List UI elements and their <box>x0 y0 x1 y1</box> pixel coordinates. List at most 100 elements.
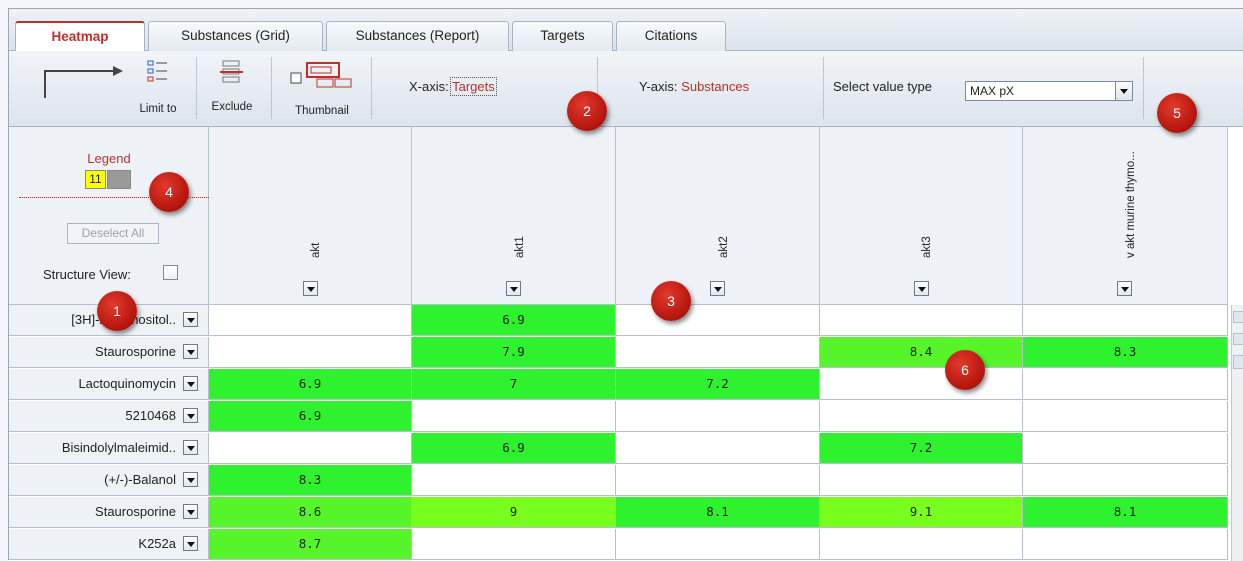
scroll-top-icon[interactable] <box>1233 311 1243 323</box>
y-axis-label: Y-axis: <box>639 79 678 94</box>
legend-count-swatch[interactable]: 11 <box>85 170 106 189</box>
column-header-v-akt-murine-thymoma[interactable]: v akt murine thymo... <box>1023 127 1228 305</box>
heatmap-cell[interactable]: 8.1 <box>616 497 820 528</box>
heatmap-cell[interactable] <box>820 465 1023 496</box>
heatmap-cell[interactable] <box>1023 465 1228 496</box>
heatmap-cell[interactable]: 6.9 <box>209 369 412 400</box>
heatmap-cell[interactable] <box>820 369 1023 400</box>
heatmap-cell[interactable]: 6.9 <box>209 401 412 432</box>
column-label: akt <box>310 242 322 258</box>
heatmap-cell[interactable]: 6.9 <box>412 433 616 464</box>
heatmap-cell[interactable] <box>412 401 616 432</box>
tab-substances-report[interactable]: Substances (Report) <box>326 21 509 51</box>
heatmap-cell[interactable]: 7.2 <box>616 369 820 400</box>
column-header-akt2[interactable]: akt2 <box>616 127 820 305</box>
tab-substances-grid[interactable]: Substances (Grid) <box>148 21 323 51</box>
heatmap-cell[interactable]: 8.7 <box>209 529 412 560</box>
row-label: Lactoquinomycin <box>78 376 176 391</box>
heatmap-cell[interactable] <box>1023 433 1228 464</box>
structure-view-checkbox[interactable] <box>163 265 178 280</box>
heatmap-cell[interactable]: 8.6 <box>209 497 412 528</box>
heatmap-cell[interactable] <box>820 401 1023 432</box>
heatmap-cell[interactable] <box>820 529 1023 560</box>
vertical-scrollbar[interactable] <box>1231 305 1243 561</box>
heatmap-cell[interactable] <box>209 305 412 336</box>
row-label: 5210468 <box>125 408 176 423</box>
y-axis-value-link[interactable]: Substances <box>681 79 749 94</box>
heatmap-cell[interactable] <box>616 305 820 336</box>
heatmap-cell[interactable] <box>209 433 412 464</box>
row-filter-dropdown-icon[interactable] <box>183 344 198 359</box>
heatmap-cell[interactable] <box>412 465 616 496</box>
row-label: Staurosporine <box>95 344 176 359</box>
x-axis-setting: X-axis: Targets <box>409 77 497 96</box>
row-header[interactable]: Lactoquinomycin <box>9 369 209 400</box>
row-filter-dropdown-icon[interactable] <box>183 472 198 487</box>
thumbnail-icon <box>290 62 352 88</box>
row-label: Bisindolylmaleimid.. <box>61 440 176 455</box>
heatmap-cell[interactable]: 9 <box>412 497 616 528</box>
heatmap-cell[interactable] <box>1023 401 1228 432</box>
row-header[interactable]: Bisindolylmaleimid.. <box>9 433 209 464</box>
thumbnail-toggle[interactable]: Thumbnail <box>279 55 365 121</box>
row-header[interactable]: Staurosporine <box>9 337 209 368</box>
row-header[interactable]: (+/-)-Balanol <box>9 465 209 496</box>
heatmap-cell[interactable]: 7.9 <box>412 337 616 368</box>
heatmap-cell[interactable]: 8.3 <box>209 465 412 496</box>
row-filter-dropdown-icon[interactable] <box>183 408 198 423</box>
column-filter-dropdown-icon[interactable] <box>506 281 521 296</box>
legend-grey-swatch[interactable] <box>107 170 131 189</box>
annotation-marker-5: 5 <box>1157 93 1197 133</box>
value-type-select[interactable]: MAX pX <box>965 81 1133 101</box>
tab-heatmap[interactable]: Heatmap <box>15 21 145 52</box>
chevron-down-icon[interactable] <box>1115 82 1132 100</box>
column-filter-dropdown-icon[interactable] <box>914 281 929 296</box>
column-header-akt1[interactable]: akt1 <box>412 127 616 305</box>
structure-view-label: Structure View: <box>43 267 131 282</box>
heatmap-cell[interactable] <box>616 337 820 368</box>
row-filter-dropdown-icon[interactable] <box>183 376 198 391</box>
column-header-akt3[interactable]: akt3 <box>820 127 1023 305</box>
deselect-all-button[interactable]: Deselect All <box>67 223 159 244</box>
annotation-marker-1: 1 <box>97 291 137 331</box>
heatmap-cell[interactable]: 8.3 <box>1023 337 1228 368</box>
row-filter-dropdown-icon[interactable] <box>183 440 198 455</box>
row-filter-dropdown-icon[interactable] <box>183 504 198 519</box>
heatmap-cell[interactable] <box>616 465 820 496</box>
row-header[interactable]: 5210468 <box>9 401 209 432</box>
heatmap-cell[interactable]: 9.1 <box>820 497 1023 528</box>
heatmap-cell[interactable]: 7.2 <box>820 433 1023 464</box>
heatmap-cell[interactable]: 6.9 <box>412 305 616 336</box>
heatmap-cell[interactable]: 8.4 <box>820 337 1023 368</box>
heatmap-cell[interactable]: 8.1 <box>1023 497 1228 528</box>
heatmap-cell[interactable] <box>412 529 616 560</box>
heatmap-cell[interactable] <box>616 433 820 464</box>
exclude-button[interactable]: Exclude <box>201 55 263 121</box>
column-header-akt[interactable]: akt <box>209 127 412 305</box>
column-filter-dropdown-icon[interactable] <box>303 281 318 296</box>
heatmap-cell[interactable] <box>616 401 820 432</box>
row-filter-dropdown-icon[interactable] <box>183 536 198 551</box>
heatmap-grid: Legend 11 Deselect All Structure View: a… <box>9 127 1243 561</box>
heatmap-cell[interactable] <box>1023 305 1228 336</box>
limit-to-button[interactable]: Limit to <box>127 55 189 121</box>
x-axis-value-link[interactable]: Targets <box>450 77 497 96</box>
row-header[interactable]: Staurosporine <box>9 497 209 528</box>
row-filter-dropdown-icon[interactable] <box>183 312 198 327</box>
tab-targets[interactable]: Targets <box>512 21 613 51</box>
heatmap-cell[interactable] <box>209 337 412 368</box>
heatmap-cell[interactable] <box>820 305 1023 336</box>
tab-citations[interactable]: Citations <box>616 21 726 51</box>
row-header[interactable]: K252a <box>9 529 209 560</box>
heatmap-cell[interactable] <box>616 529 820 560</box>
column-filter-dropdown-icon[interactable] <box>710 281 725 296</box>
scroll-up-icon[interactable] <box>1233 333 1243 345</box>
heatmap-cell[interactable] <box>1023 529 1228 560</box>
heatmap-cell[interactable]: 7 <box>412 369 616 400</box>
column-label: v akt murine thymo... <box>1125 151 1137 258</box>
column-filter-dropdown-icon[interactable] <box>1117 281 1132 296</box>
column-label: akt2 <box>717 236 730 258</box>
value-type-label: Select value type <box>833 79 933 94</box>
heatmap-cell[interactable] <box>1023 369 1228 400</box>
scroll-thumb[interactable] <box>1233 355 1243 369</box>
